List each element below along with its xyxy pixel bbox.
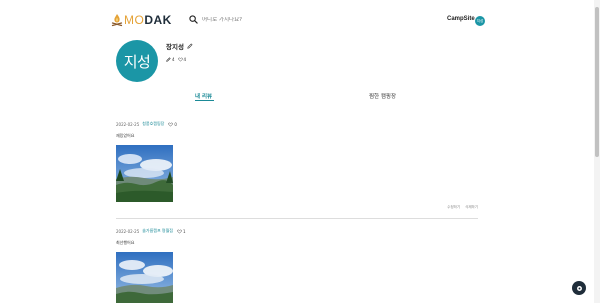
review-meta: 2022-02-25 솔가름캠프 명월점 1 [116,228,478,234]
review-text: 최선행어요 [116,240,135,245]
like-count: 4 [183,57,187,62]
review-campsite-link[interactable]: 청풍호캠핑장 [142,121,164,127]
profile-stats: 4 4 [166,57,186,62]
search-input[interactable] [202,16,322,23]
logo-mo: MO [124,13,145,27]
chat-icon [576,285,582,291]
tab-liked-campsites[interactable]: 찜한 캠핑장 [369,92,396,100]
review-photo[interactable] [116,252,173,303]
pencil-icon [166,57,171,62]
review-count: 4 [172,57,175,62]
review-date: 2022-02-25 [116,121,140,127]
search-bar[interactable] [189,15,322,24]
logo-dak: DAK [144,13,172,27]
review-like-count: 0 [174,121,177,127]
review-text: 재밌었어요 [116,133,135,138]
search-icon[interactable] [189,15,198,24]
review-divider [116,218,478,219]
review-actions: 수정하기 삭제하기 [447,205,478,210]
landscape-photo [116,252,173,303]
pencil-icon[interactable] [187,43,193,49]
logo-text: MODAK [124,13,172,27]
review-meta: 2022-02-25 청풍호캠핑장 0 [116,121,478,127]
campsite-nav-link[interactable]: CampSite [447,16,475,22]
profile-avatar: 지성 [116,40,158,82]
review-like-count: 1 [182,228,186,234]
heart-icon [177,57,183,62]
review-card: 2022-02-25 솔가름캠프 명월점 1 최선행어요 [116,228,478,303]
header: MODAK CampSite 지성 [0,0,600,40]
profile-name: 장지성 [166,43,184,51]
delete-review-button[interactable]: 삭제하기 [465,205,478,210]
user-avatar[interactable]: 지성 [475,16,485,26]
chat-button[interactable] [572,281,586,295]
review-photo[interactable] [116,145,173,202]
review-date: 2022-02-25 [116,228,140,234]
profile-name-row: 장지성 [166,41,193,51]
scrollbar-thumb[interactable] [595,7,599,157]
review-card: 2022-02-25 청풍호캠핑장 0 재밌었어요 수정하기 삭제하기 [116,121,478,209]
tab-my-reviews[interactable]: 내 리뷰 [195,92,212,100]
heart-icon[interactable] [177,229,182,234]
landscape-photo [116,145,173,202]
active-tab-underline [195,100,214,101]
heart-icon[interactable] [168,122,174,127]
review-campsite-link[interactable]: 솔가름캠프 명월점 [142,228,173,234]
campfire-icon [111,14,123,27]
edit-review-button[interactable]: 수정하기 [447,205,460,210]
logo[interactable]: MODAK [111,13,172,27]
